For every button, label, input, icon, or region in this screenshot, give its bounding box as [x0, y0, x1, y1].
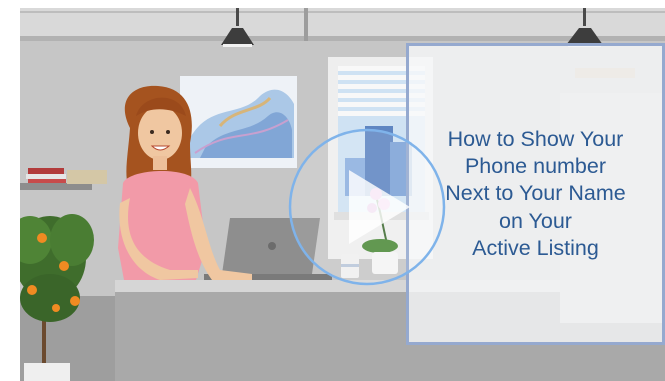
- video-title: How to Show Your Phone number Next to Yo…: [445, 126, 626, 260]
- wall-painting: [180, 76, 297, 168]
- play-button[interactable]: [286, 126, 448, 288]
- video-thumbnail[interactable]: How to Show Your Phone number Next to Yo…: [20, 8, 665, 381]
